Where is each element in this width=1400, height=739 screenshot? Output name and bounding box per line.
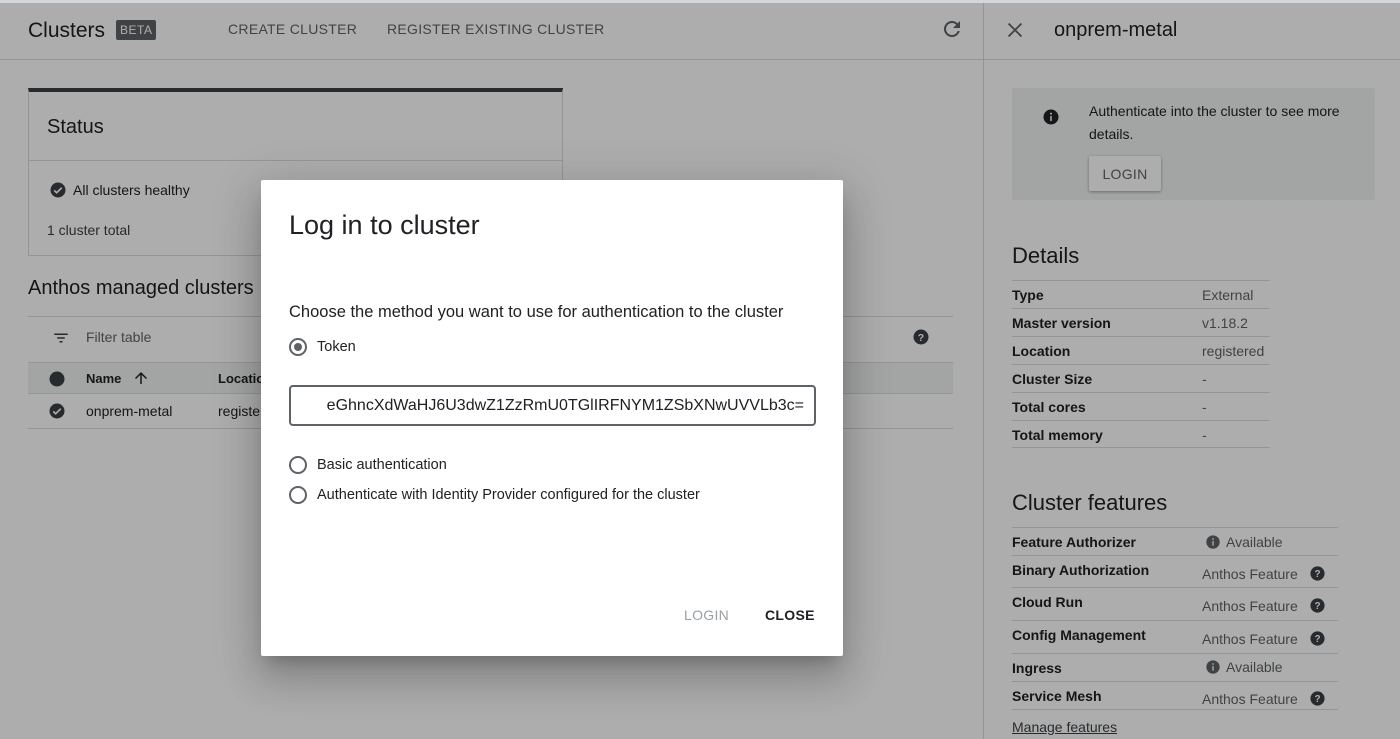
radio-basic-auth-label: Basic authentication [317, 457, 447, 473]
radio-identity-provider[interactable]: Authenticate with Identity Provider conf… [289, 486, 700, 504]
radio-unselected-icon[interactable] [289, 486, 307, 504]
dialog-title: Log in to cluster [289, 210, 480, 240]
token-value: eGhncXdWaHJ6U3dwZ1ZzRmU0TGlIRFNYM1ZSbXNw… [326, 397, 804, 414]
radio-selected-icon[interactable] [289, 338, 307, 356]
radio-token[interactable]: Token [289, 338, 356, 356]
dialog-description: Choose the method you want to use for au… [289, 303, 784, 321]
dialog-close-button[interactable]: CLOSE [765, 607, 815, 623]
radio-unselected-icon[interactable] [289, 456, 307, 474]
app-root: Clusters BETA CREATE CLUSTER REGISTER EX… [0, 0, 1400, 739]
login-dialog: Log in to cluster Choose the method you … [261, 180, 843, 656]
radio-identity-provider-label: Authenticate with Identity Provider conf… [317, 487, 700, 503]
radio-token-label: Token [317, 339, 356, 355]
radio-basic-auth[interactable]: Basic authentication [289, 456, 447, 474]
dialog-login-button[interactable]: LOGIN [684, 607, 729, 623]
token-input[interactable]: eGhncXdWaHJ6U3dwZ1ZzRmU0TGlIRFNYM1ZSbXNw… [289, 385, 816, 426]
